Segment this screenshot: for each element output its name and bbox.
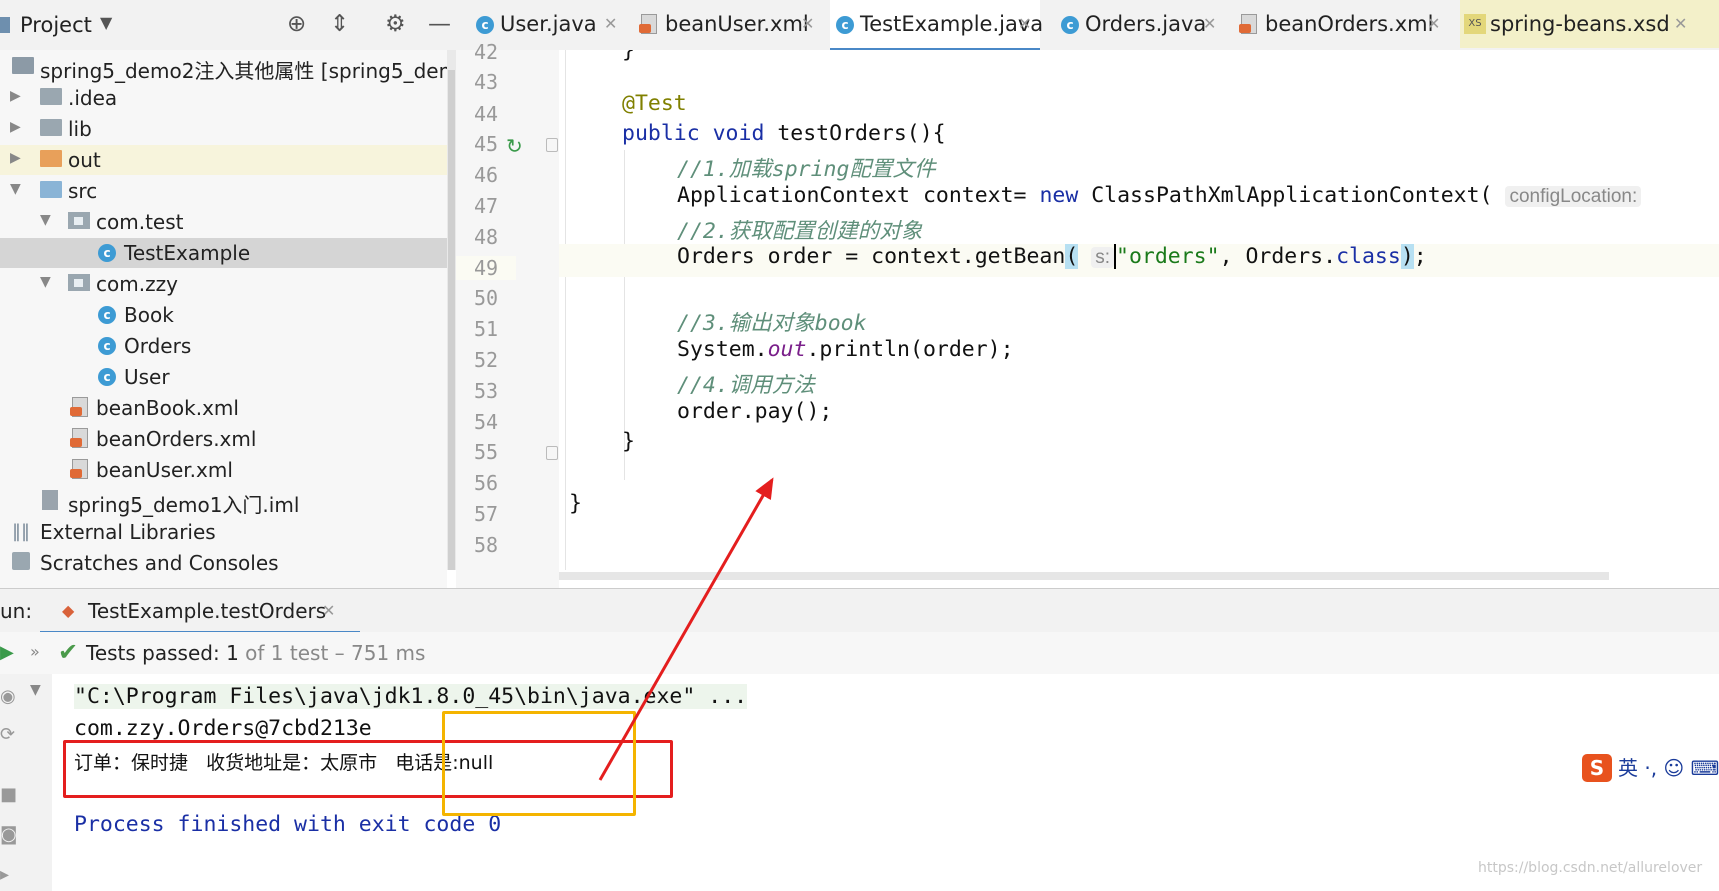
ime-toolbar[interactable]: S英 ·, ☺ ⌨ bbox=[1582, 752, 1719, 784]
ime-label: 英 ·, ☺ ⌨ bbox=[1618, 756, 1719, 780]
sogou-logo-icon: S bbox=[1582, 754, 1612, 782]
watermark: https://blog.csdn.net/allurelover bbox=[1478, 860, 1703, 876]
annotation-arrow bbox=[598, 477, 774, 781]
